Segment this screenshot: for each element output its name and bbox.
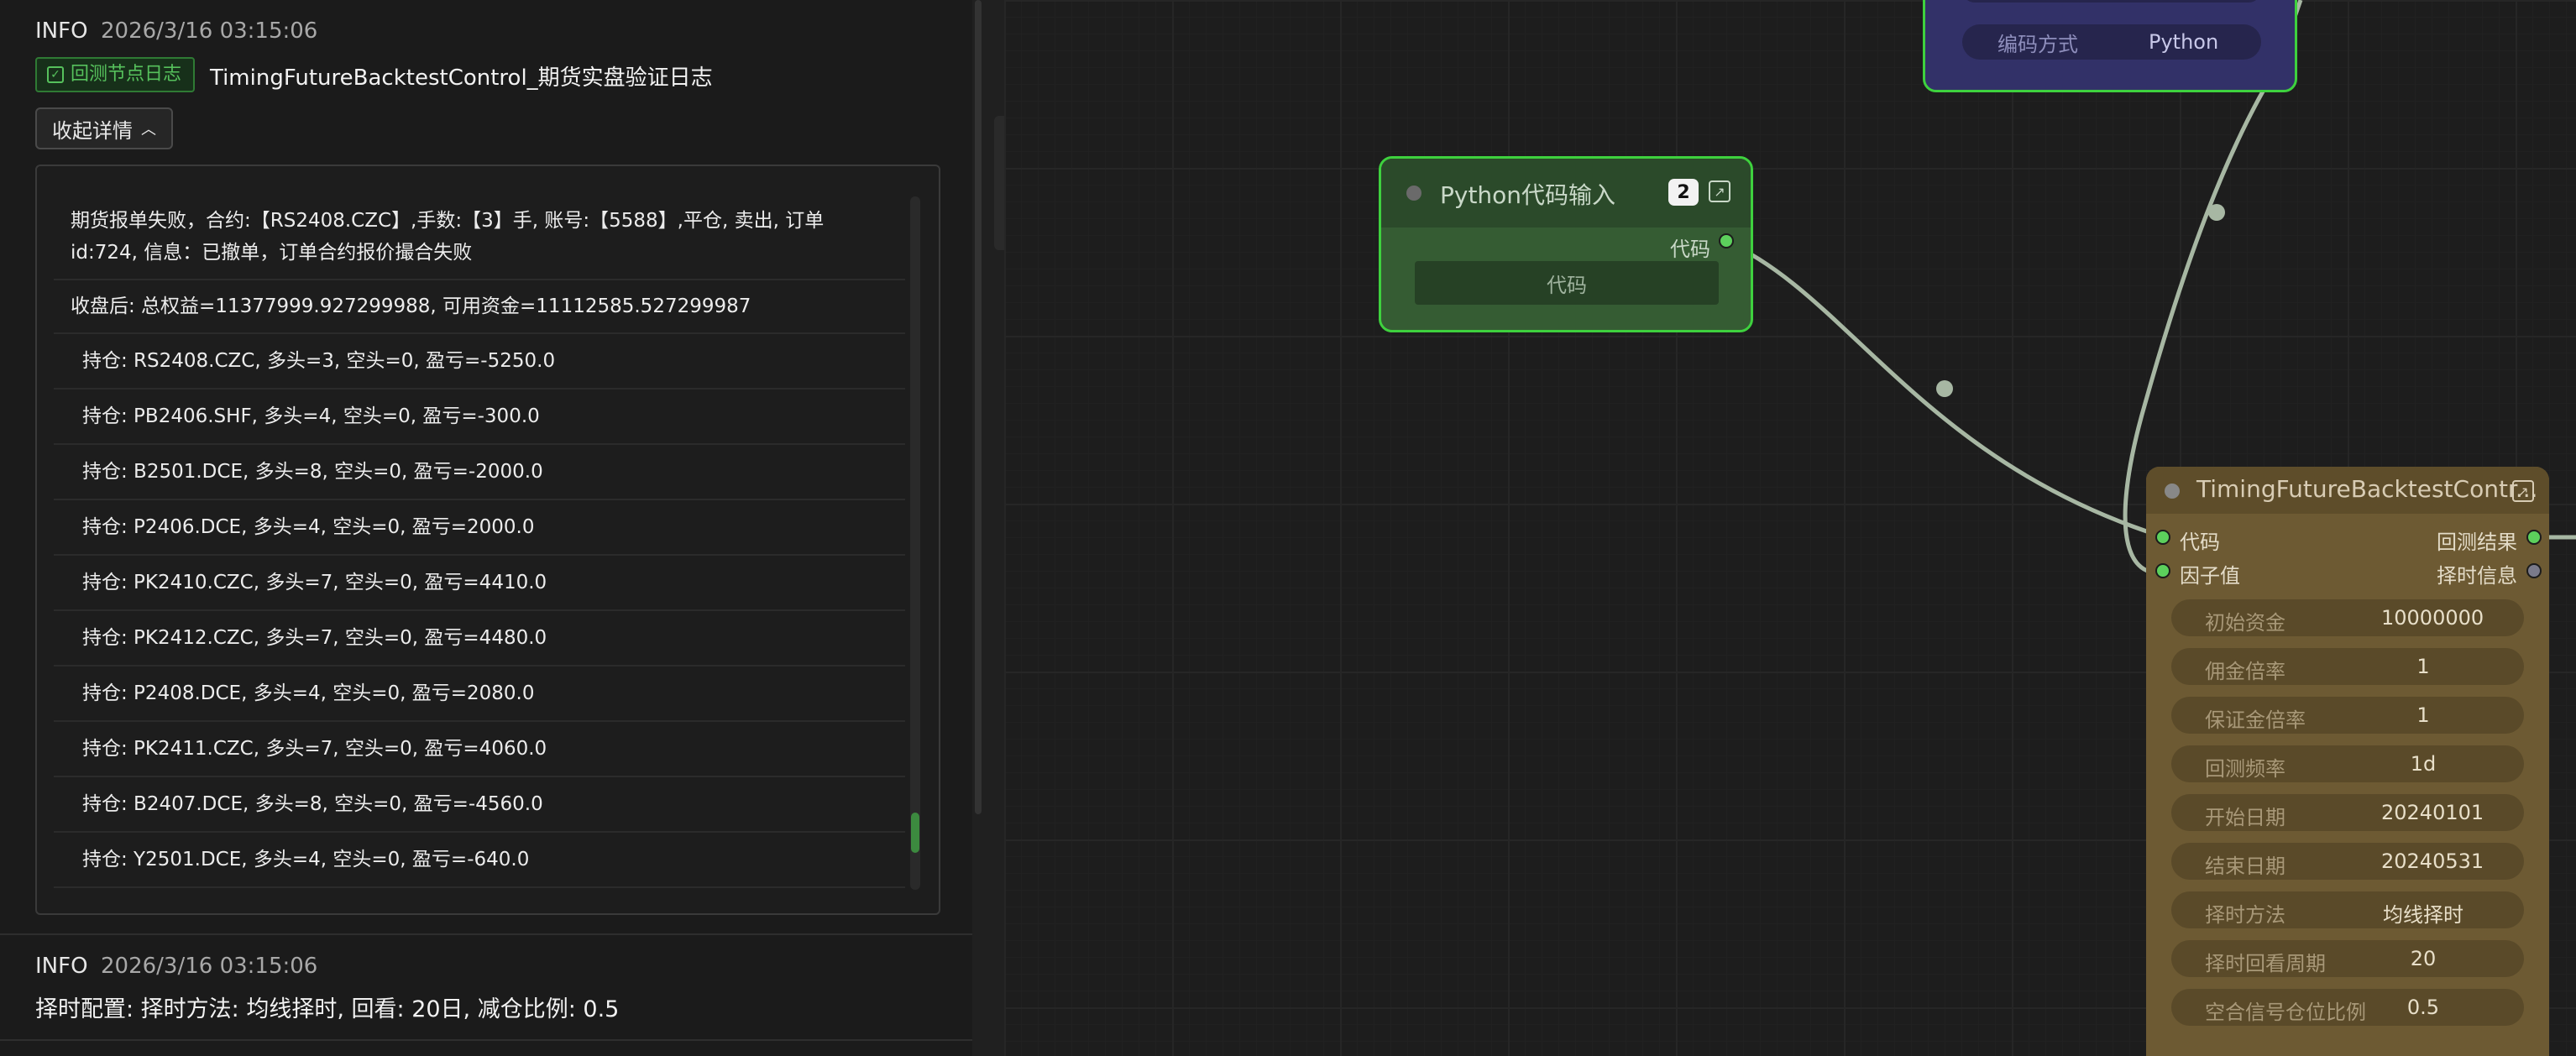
collapse-details-button[interactable]: 收起详情 ︿ (35, 107, 173, 149)
node-title: TimingFutureBacktestContr... (2196, 475, 2538, 503)
edit-icon[interactable]: ↗ (1709, 180, 1730, 202)
node-status-dot (1406, 186, 1422, 201)
position-row: 持仓: Y2501.DCE, 多头=4, 空头=0, 盈亏=-640.0 (54, 833, 905, 888)
position-row: 持仓: PK2411.CZC, 多头=7, 空头=0, 盈亏=4060.0 (54, 722, 905, 777)
output-port-timing[interactable] (2526, 563, 2542, 578)
node-param-field[interactable]: 佣金倍率 1 (2171, 648, 2524, 685)
param-value: 1d (2410, 752, 2437, 776)
param-value: 1 (2416, 703, 2430, 727)
param-value: 10000000 (2381, 606, 2484, 630)
input-port-code[interactable] (2155, 530, 2170, 545)
log-line: 期货报单失败，合约:【RS2408.CZC】,手数:【3】手, 账号:【5588… (54, 195, 905, 280)
input-label-factor: 因子值 (2180, 564, 2240, 588)
log-entry: INFO 2026/3/16 03:15:06 ✓ 回测节点日志 TimingF… (0, 0, 972, 932)
node-timing-backtest[interactable]: TimingFutureBacktestContr... ↗ 代码 因子值 回测… (2146, 467, 2549, 1056)
node-badge: 2 (1668, 179, 1699, 206)
param-label: 回测频率 (2205, 757, 2285, 781)
node-python-input[interactable]: Python代码输入 2 ↗ 代码 代码 (1379, 156, 1753, 332)
param-label: 佣金倍率 (2205, 660, 2285, 683)
param-value: 20240101 (2381, 801, 2484, 824)
param-label: 择时方法 (2205, 903, 2285, 927)
log-details-box: 期货报单失败，合约:【RS2408.CZC】,手数:【3】手, 账号:【5588… (35, 165, 940, 915)
node-param-field[interactable]: 回测频率 1d (2171, 745, 2524, 782)
node-param-field[interactable]: 初始资金 10000000 (2171, 599, 2524, 636)
position-row: 持仓: PB2406.SHF, 多头=4, 空头=0, 盈亏=-300.0 (54, 389, 905, 445)
node-status-dot (2165, 484, 2180, 499)
output-label: 代码 (1670, 238, 1710, 261)
code-field[interactable]: 代码 (1415, 261, 1719, 305)
log-details-list[interactable]: 期货报单失败，合约:【RS2408.CZC】,手数:【3】手, 账号:【5588… (54, 195, 915, 891)
input-label-code: 代码 (2180, 531, 2220, 554)
log-timestamp: 2026/3/16 03:15:06 (101, 954, 318, 979)
log-line: 收盘后: 总权益=11377999.927299988, 可用资金=111125… (54, 280, 905, 334)
position-row: 持仓: P2406.DCE, 多头=4, 空头=0, 盈亏=2000.0 (54, 500, 905, 556)
node-field[interactable] (1962, 0, 2261, 3)
log-details-scrollbar[interactable] (910, 196, 920, 890)
divider (0, 1039, 972, 1041)
output-label-timing: 择时信息 (2437, 564, 2517, 588)
param-label: 结束日期 (2205, 855, 2285, 878)
node-param-field[interactable]: 空合信号仓位比例 0.5 (2171, 989, 2524, 1026)
node-param-field[interactable]: 结束日期 20240531 (2171, 843, 2524, 880)
edit-icon[interactable]: ↗ (2512, 480, 2534, 502)
log-message: 择时配置: 择时方法: 均线择时, 回看: 20日, 减仓比例: 0.5 (35, 996, 620, 1022)
position-row: 持仓: P2408.DCE, 多头=4, 空头=0, 盈亏=2080.0 (54, 667, 905, 722)
position-row: 持仓: PK2410.CZC, 多头=7, 空头=0, 盈亏=4410.0 (54, 556, 905, 611)
position-row: 持仓: B2407.DCE, 多头=8, 空头=0, 盈亏=-4560.0 (54, 777, 905, 833)
log-timestamp: 2026/3/16 03:15:06 (101, 18, 318, 44)
node-field-encoding[interactable]: 编码方式 Python (1962, 24, 2261, 60)
position-row: 持仓: B2501.DCE, 多头=8, 空头=0, 盈亏=-2000.0 (54, 445, 905, 500)
field-label: 编码方式 (1997, 32, 2078, 56)
output-port-result[interactable] (2526, 530, 2542, 545)
node-param-field[interactable]: 择时方法 均线择时 (2171, 891, 2524, 928)
param-label: 择时回看周期 (2205, 952, 2326, 975)
node-param-field[interactable]: 保证金倍率 1 (2171, 697, 2524, 734)
log-level: INFO (35, 18, 88, 44)
param-value: 0.5 (2406, 996, 2440, 1019)
log-tag-label: 回测节点日志 (71, 64, 182, 85)
param-value: 20 (2410, 947, 2437, 970)
param-value: 1 (2416, 655, 2430, 678)
param-value: 均线择时 (2383, 903, 2463, 927)
log-tag-badge: ✓ 回测节点日志 (35, 57, 196, 92)
param-label: 开始日期 (2205, 806, 2285, 829)
log-entry: INFO 2026/3/16 03:15:06 择时配置: 择时方法: 均线择时… (0, 933, 972, 1056)
position-row: 持仓: RS2408.CZC, 多头=3, 空头=0, 盈亏=-5250.0 (54, 334, 905, 389)
output-label-result: 回测结果 (2437, 531, 2517, 554)
log-title: TimingFutureBacktestControl_期货实盘验证日志 (210, 65, 713, 91)
log-level: INFO (35, 954, 88, 979)
position-row: 持仓: PK2412.CZC, 多头=7, 空头=0, 盈亏=4480.0 (54, 611, 905, 667)
chevron-up-icon: ︿ (141, 121, 156, 139)
param-label: 保证金倍率 (2205, 708, 2306, 732)
node-partial-top[interactable]: 编码方式 Python (1923, 0, 2297, 92)
node-param-field[interactable]: 开始日期 20240101 (2171, 794, 2524, 831)
log-panel: INFO 2026/3/16 03:15:06 ✓ 回测节点日志 TimingF… (0, 0, 972, 1056)
check-square-icon: ✓ (47, 66, 64, 83)
input-port-factor[interactable] (2155, 563, 2170, 578)
collapse-details-label: 收起详情 (52, 118, 133, 143)
node-title: Python代码输入 (1440, 181, 1616, 209)
param-label: 空合信号仓位比例 (2205, 1001, 2366, 1024)
node-param-field[interactable]: 择时回看周期 20 (2171, 940, 2524, 977)
field-value: Python (2149, 30, 2219, 54)
log-details-scroll-thumb[interactable] (911, 813, 919, 853)
param-value: 20240531 (2381, 850, 2484, 873)
log-panel-scroll-thumb[interactable] (975, 0, 982, 814)
param-label: 初始资金 (2205, 611, 2285, 635)
output-port-code[interactable] (1719, 233, 1734, 248)
log-panel-scrollbar[interactable] (972, 0, 984, 1056)
